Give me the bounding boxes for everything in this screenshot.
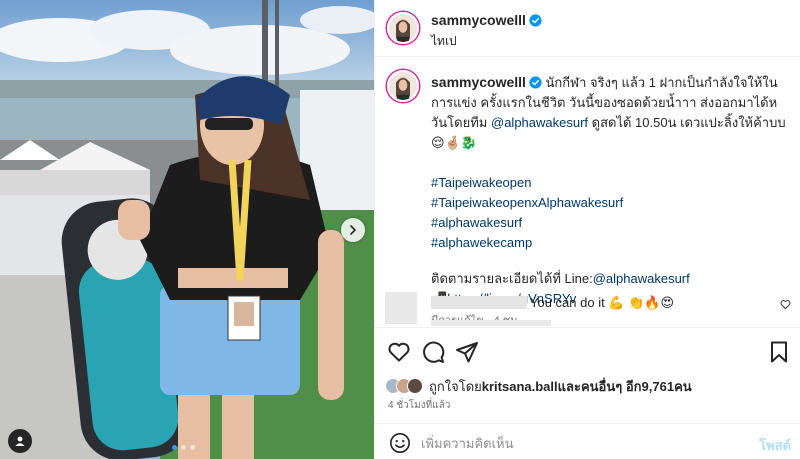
carousel-dot-active (172, 445, 177, 450)
user-tag-icon (15, 436, 25, 446)
caption-section: sammycowelll นักกีฬา จริงๆ แล้ว 1 ฝากเป็… (375, 58, 800, 327)
liker-avatar (407, 378, 423, 394)
profile-picture (389, 14, 417, 42)
hashtag-link[interactable]: #alphawakesurf (431, 213, 791, 233)
bookmark-icon[interactable] (767, 340, 791, 364)
user-tag-button[interactable] (8, 429, 32, 453)
caption-username[interactable]: sammycowelll (431, 74, 526, 90)
caption-avatar[interactable] (387, 70, 419, 102)
commenter-avatar[interactable] (385, 292, 417, 324)
post-location[interactable]: ไทเป (431, 32, 542, 51)
liker-avatars (385, 376, 425, 396)
comment-text: You can do it 💪 👏🔥😍 (530, 295, 675, 310)
post-author-username[interactable]: sammycowelll (431, 12, 526, 28)
likes-prefix: ถูกใจโดย (429, 378, 482, 394)
post-details-panel: sammycowelll ไทเป sammycowelll นักกีฬา จ… (374, 0, 800, 459)
carousel-indicator (172, 445, 195, 450)
commenter-username-redacted (431, 296, 527, 309)
liker-username[interactable]: kritsana.ball (482, 379, 558, 394)
post-photo[interactable] (0, 0, 374, 459)
next-photo-button[interactable] (341, 218, 365, 242)
verified-badge-icon (529, 76, 542, 89)
comment-row: You can do it 💪 👏🔥😍 (375, 282, 800, 326)
hashtag-link[interactable]: #alphawekecamp (431, 233, 791, 253)
next-comment-cut (431, 320, 551, 326)
post-image (0, 0, 374, 459)
carousel-dot (181, 445, 186, 450)
post-header: sammycowelll ไทเป (375, 0, 800, 57)
hashtag-link[interactable]: #Taipeiwakeopen (431, 173, 791, 193)
avatar[interactable] (387, 12, 419, 44)
verified-badge-icon (529, 14, 542, 27)
likes-summary[interactable]: ถูกใจโดย kritsana.ball และคนอื่นๆ อีก 9,… (385, 375, 692, 397)
profile-picture (389, 72, 417, 100)
caption-mention[interactable]: @alphawakesurf (491, 115, 588, 130)
post-timestamp[interactable]: 4 ชั่วโมงที่แล้ว (388, 398, 450, 413)
carousel-dot (190, 445, 195, 450)
comment-bubble-icon[interactable] (421, 340, 445, 364)
likes-middle: และคนอื่นๆ อีก (557, 378, 642, 394)
action-bar (375, 327, 800, 373)
likes-suffix: คน (674, 378, 692, 394)
post-comment-button[interactable]: โพสต์ (759, 435, 791, 456)
comment-like-heart-icon[interactable] (780, 299, 791, 310)
smiley-icon[interactable] (389, 432, 411, 454)
paper-plane-icon[interactable] (455, 340, 479, 364)
comment-input[interactable] (421, 433, 721, 453)
heart-icon[interactable] (387, 340, 411, 364)
hashtag-list: #Taipeiwakeopen #TaipeiwakeopenxAlphawak… (431, 173, 791, 253)
add-comment-bar: โพสต์ (375, 423, 800, 459)
likes-count[interactable]: 9,761 (642, 379, 675, 394)
chevron-right-icon (350, 225, 357, 235)
hashtag-link[interactable]: #TaipeiwakeopenxAlphawakesurf (431, 193, 791, 213)
